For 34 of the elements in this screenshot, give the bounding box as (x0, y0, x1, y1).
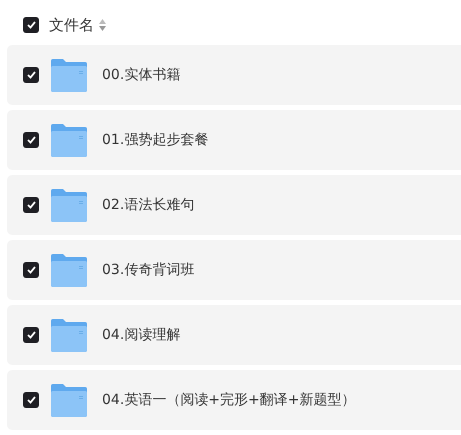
check-icon (26, 201, 36, 209)
checkbox[interactable] (23, 327, 39, 343)
checkbox[interactable] (23, 262, 39, 278)
checkbox[interactable] (23, 67, 39, 83)
column-header[interactable]: 文件名 (49, 14, 94, 36)
check-icon (26, 21, 36, 29)
check-icon (26, 136, 36, 144)
check-icon (26, 396, 36, 404)
file-name: 02.语法长难句 (102, 196, 194, 214)
file-name: 00.实体书籍 (102, 66, 180, 84)
file-name: 04.阅读理解 (102, 326, 180, 344)
file-row[interactable]: 04.英语一（阅读+完形+翻译+新题型） (7, 370, 461, 430)
file-row[interactable]: 04.阅读理解 (7, 305, 461, 365)
folder-icon (51, 384, 87, 416)
file-name: 04.英语一（阅读+完形+翻译+新题型） (102, 390, 356, 410)
check-icon (26, 266, 36, 274)
checkbox[interactable] (23, 392, 39, 408)
file-name: 01.强势起步套餐 (102, 130, 208, 150)
check-icon (26, 331, 36, 339)
folder-icon (51, 318, 87, 352)
file-row[interactable]: 02.语法长难句 (7, 175, 461, 235)
file-row[interactable]: 00.实体书籍 (7, 45, 461, 105)
folder-icon (51, 124, 87, 156)
file-row[interactable]: 01.强势起步套餐 (7, 110, 461, 170)
checkbox[interactable] (23, 17, 39, 33)
checkbox[interactable] (23, 197, 39, 213)
folder-icon (51, 254, 87, 286)
folder-icon (51, 58, 87, 92)
checkbox[interactable] (23, 132, 39, 148)
file-row[interactable]: 03.传奇背词班 (7, 240, 461, 300)
folder-icon (51, 188, 87, 222)
file-name: 03.传奇背词班 (102, 260, 194, 280)
sort-icon[interactable] (99, 19, 106, 31)
check-icon (26, 71, 36, 79)
